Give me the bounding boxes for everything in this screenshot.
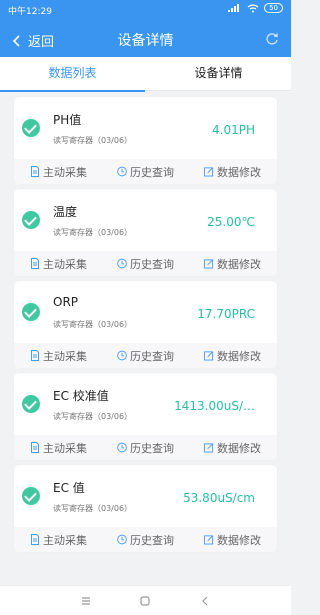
item-subtitle: 读写寄存器（03/06） <box>53 504 133 513</box>
signal-icon <box>228 4 242 12</box>
history-label: 历史查询 <box>130 349 174 363</box>
clock-icon <box>117 350 127 361</box>
top-bar: 中午12:29 50 返回 设备详情 <box>0 0 291 57</box>
modify-label: 数据修改 <box>217 257 261 271</box>
list-item: EC 值 读写寄存器（03/06） 53.80uS/cm 主动采集 历史查询 数… <box>14 465 277 552</box>
item-name: EC 值 <box>53 481 85 495</box>
item-row[interactable]: EC 校准值 读写寄存器（03/06） 1413.00uS/… <box>14 373 277 433</box>
collect-button[interactable]: 主动采集 <box>30 164 87 180</box>
tab-device-details[interactable]: 设备详情 <box>146 57 291 91</box>
collect-label: 主动采集 <box>43 349 87 363</box>
modify-button[interactable]: 数据修改 <box>204 256 261 272</box>
item-name: 温度 <box>53 205 78 219</box>
item-row[interactable]: ORP 读写寄存器（03/06） 17.70PRC <box>14 281 277 341</box>
collect-button[interactable]: 主动采集 <box>30 440 87 456</box>
checkmark-icon <box>22 303 40 321</box>
item-name: ORP <box>53 295 79 309</box>
history-button[interactable]: 历史查询 <box>117 256 174 272</box>
data-list: PH值 读写寄存器（03/06） 4.01PH 主动采集 历史查询 数据修改 温… <box>14 97 277 557</box>
checkmark-icon <box>22 211 40 229</box>
collect-label: 主动采集 <box>43 533 87 547</box>
history-button[interactable]: 历史查询 <box>117 164 174 180</box>
menu-icon[interactable] <box>79 594 93 608</box>
clock-icon <box>117 442 127 453</box>
item-value: 25.00℃ <box>207 215 255 229</box>
modify-label: 数据修改 <box>217 441 261 455</box>
modify-button[interactable]: 数据修改 <box>204 164 261 180</box>
clock-icon <box>117 534 127 545</box>
history-label: 历史查询 <box>130 533 174 547</box>
item-name: PH值 <box>53 113 82 127</box>
item-actions: 主动采集 历史查询 数据修改 <box>14 435 277 460</box>
edit-icon <box>204 351 214 361</box>
list-item: 温度 读写寄存器（03/06） 25.00℃ 主动采集 历史查询 数据修改 <box>14 189 277 276</box>
item-actions: 主动采集 历史查询 数据修改 <box>14 343 277 368</box>
collect-label: 主动采集 <box>43 165 87 179</box>
tab-bar: 数据列表 设备详情 <box>0 57 291 92</box>
checkmark-icon <box>22 395 40 413</box>
list-item: EC 校准值 读写寄存器（03/06） 1413.00uS/… 主动采集 历史查… <box>14 373 277 460</box>
item-name: EC 校准值 <box>53 389 109 403</box>
tab-data-list[interactable]: 数据列表 <box>0 57 145 92</box>
document-icon <box>31 442 39 453</box>
refresh-icon[interactable] <box>265 32 279 46</box>
item-value: 17.70PRC <box>197 307 255 321</box>
collect-label: 主动采集 <box>43 441 87 455</box>
history-label: 历史查询 <box>130 441 174 455</box>
history-label: 历史查询 <box>130 165 174 179</box>
modify-button[interactable]: 数据修改 <box>204 440 261 456</box>
back-nav-icon[interactable] <box>198 594 212 608</box>
item-value: 4.01PH <box>212 123 255 137</box>
list-item: ORP 读写寄存器（03/06） 17.70PRC 主动采集 历史查询 数据修改 <box>14 281 277 368</box>
checkmark-icon <box>22 487 40 505</box>
home-icon[interactable] <box>138 594 152 608</box>
wifi-icon <box>247 3 259 12</box>
document-icon <box>31 166 39 177</box>
item-value: 53.80uS/cm <box>183 491 255 505</box>
battery-icon: 50 <box>264 3 283 13</box>
item-actions: 主动采集 历史查询 数据修改 <box>14 527 277 552</box>
modify-label: 数据修改 <box>217 349 261 363</box>
modify-button[interactable]: 数据修改 <box>204 348 261 364</box>
item-subtitle: 读写寄存器（03/06） <box>53 136 133 145</box>
modify-label: 数据修改 <box>217 533 261 547</box>
collect-label: 主动采集 <box>43 257 87 271</box>
document-icon <box>31 534 39 545</box>
clock-icon <box>117 166 127 177</box>
history-button[interactable]: 历史查询 <box>117 348 174 364</box>
collect-button[interactable]: 主动采集 <box>30 348 87 364</box>
edit-icon <box>204 535 214 545</box>
item-subtitle: 读写寄存器（03/06） <box>53 320 133 329</box>
edit-icon <box>204 259 214 269</box>
status-time: 中午12:29 <box>8 7 52 17</box>
item-subtitle: 读写寄存器（03/06） <box>53 412 133 421</box>
document-icon <box>31 258 39 269</box>
item-row[interactable]: PH值 读写寄存器（03/06） 4.01PH <box>14 97 277 157</box>
document-icon <box>31 350 39 361</box>
list-item: PH值 读写寄存器（03/06） 4.01PH 主动采集 历史查询 数据修改 <box>14 97 277 184</box>
history-button[interactable]: 历史查询 <box>117 440 174 456</box>
item-row[interactable]: 温度 读写寄存器（03/06） 25.00℃ <box>14 189 277 249</box>
clock-icon <box>117 258 127 269</box>
item-row[interactable]: EC 值 读写寄存器（03/06） 53.80uS/cm <box>14 465 277 525</box>
page-title: 设备详情 <box>117 33 174 49</box>
item-actions: 主动采集 历史查询 数据修改 <box>14 159 277 184</box>
modify-button[interactable]: 数据修改 <box>204 532 261 548</box>
history-label: 历史查询 <box>130 257 174 271</box>
item-subtitle: 读写寄存器（03/06） <box>53 228 133 237</box>
history-button[interactable]: 历史查询 <box>117 532 174 548</box>
edit-icon <box>204 167 214 177</box>
status-icons: 50 <box>228 3 283 13</box>
item-value: 1413.00uS/… <box>174 399 255 413</box>
nav-bar: 返回 设备详情 <box>0 24 291 56</box>
edit-icon <box>204 443 214 453</box>
collect-button[interactable]: 主动采集 <box>30 532 87 548</box>
collect-button[interactable]: 主动采集 <box>30 256 87 272</box>
system-nav-bar <box>0 585 291 615</box>
checkmark-icon <box>22 119 40 137</box>
item-actions: 主动采集 历史查询 数据修改 <box>14 251 277 276</box>
modify-label: 数据修改 <box>217 165 261 179</box>
